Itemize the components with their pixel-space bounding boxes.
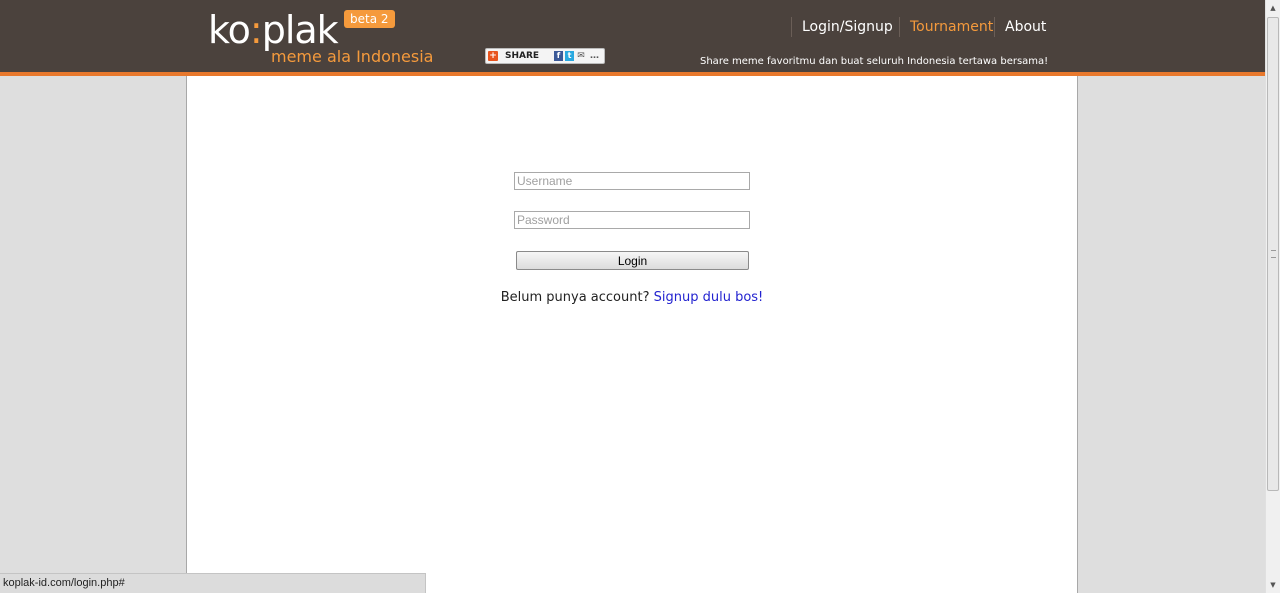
logo-text-ko: ko bbox=[208, 8, 251, 52]
main-content: Login Belum punya account? Signup dulu b… bbox=[186, 76, 1078, 593]
status-url: koplak-id.com/login.php# bbox=[3, 577, 125, 589]
login-button[interactable]: Login bbox=[516, 251, 749, 270]
facebook-icon: f bbox=[554, 51, 563, 61]
scrollbar-grip-icon bbox=[1271, 250, 1276, 258]
vertical-scrollbar[interactable]: ▲ ▼ bbox=[1265, 0, 1280, 593]
twitter-icon: t bbox=[565, 51, 574, 61]
share-button[interactable]: + SHARE f t ✉ … bbox=[485, 48, 605, 64]
logo-colon: : bbox=[249, 8, 263, 52]
site-header: ko:plak beta 2 meme ala Indonesia + SHAR… bbox=[0, 0, 1265, 76]
site-subtitle: meme ala Indonesia bbox=[271, 47, 434, 66]
password-input[interactable] bbox=[514, 211, 750, 229]
nav-about[interactable]: About bbox=[994, 17, 1046, 37]
scrollbar-thumb[interactable] bbox=[1267, 17, 1279, 491]
nav-tournament[interactable]: Tournament bbox=[899, 17, 993, 37]
nav-login-signup[interactable]: Login/Signup bbox=[791, 17, 893, 37]
site-logo[interactable]: ko:plak bbox=[208, 8, 339, 52]
signup-prompt-text: Belum punya account? bbox=[500, 290, 650, 305]
more-icon: … bbox=[590, 51, 599, 61]
beta-badge: beta 2 bbox=[344, 10, 395, 28]
signup-link[interactable]: Signup dulu bos! bbox=[654, 290, 764, 305]
scroll-down-arrow-icon[interactable]: ▼ bbox=[1266, 577, 1280, 593]
browser-status-bar: koplak-id.com/login.php# bbox=[0, 573, 426, 593]
email-icon: ✉ bbox=[577, 51, 585, 61]
signup-prompt-line: Belum punya account? Signup dulu bos! bbox=[187, 290, 1077, 305]
username-input[interactable] bbox=[514, 172, 750, 190]
logo-text-plak: plak bbox=[261, 8, 339, 52]
share-label: SHARE bbox=[505, 51, 540, 61]
site-tagline: Share meme favoritmu dan buat seluruh In… bbox=[700, 56, 1049, 67]
scroll-up-arrow-icon[interactable]: ▲ bbox=[1266, 0, 1280, 16]
addthis-plus-icon: + bbox=[488, 51, 498, 61]
